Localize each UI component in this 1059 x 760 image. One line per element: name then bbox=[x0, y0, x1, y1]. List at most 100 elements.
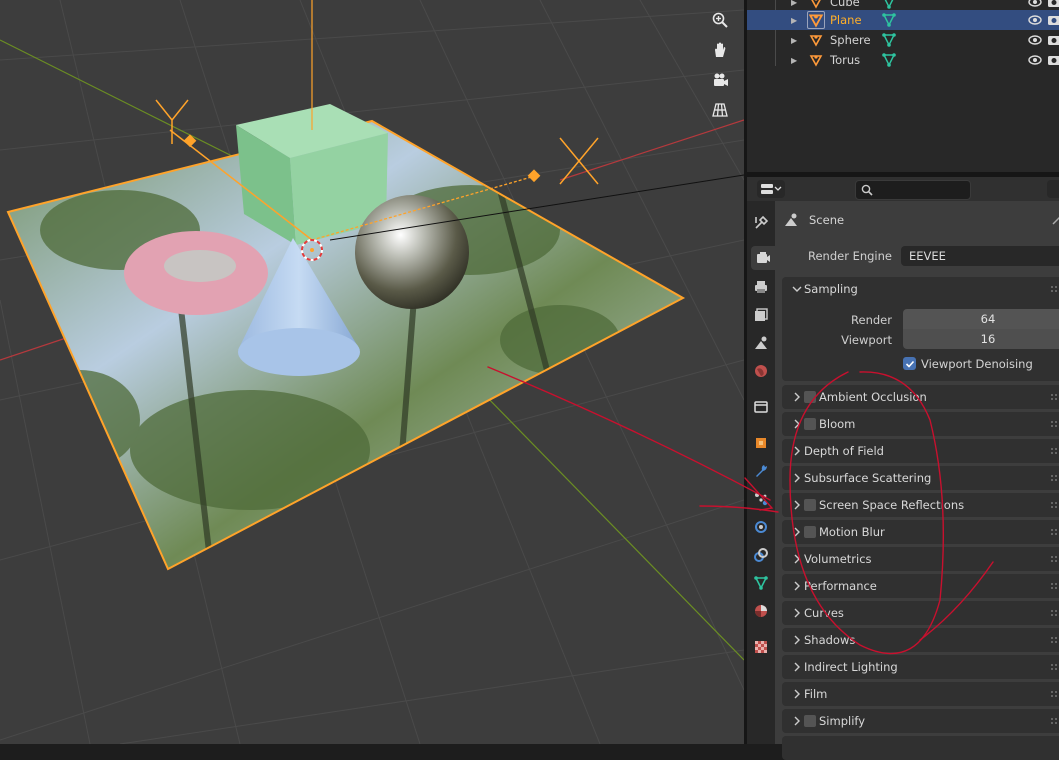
tab-scene[interactable] bbox=[749, 331, 773, 355]
tab-data[interactable] bbox=[749, 571, 773, 595]
expand-arrow-icon[interactable]: ▶ bbox=[791, 56, 797, 65]
tab-tool[interactable] bbox=[749, 211, 773, 235]
panel-subsurface-scattering[interactable]: Subsurface Scattering bbox=[782, 466, 1059, 490]
mesh-data-icon[interactable] bbox=[881, 52, 897, 68]
outliner-row-plane[interactable]: ▶ Plane bbox=[747, 10, 1059, 30]
panel-title: Sampling bbox=[804, 282, 858, 296]
panel-screen-space-reflections[interactable]: Screen Space Reflections bbox=[782, 493, 1059, 517]
camera-view-icon[interactable] bbox=[708, 68, 732, 92]
panel-title: Indirect Lighting bbox=[804, 660, 898, 674]
object-icon bbox=[811, 0, 821, 9]
editor-type-button[interactable] bbox=[757, 180, 785, 198]
drag-grip-icon[interactable] bbox=[1050, 582, 1059, 590]
render-samples-value: 64 bbox=[980, 312, 996, 326]
chevron-right-icon bbox=[794, 446, 800, 456]
drag-grip-icon[interactable] bbox=[1050, 447, 1059, 455]
viewport-denoising-checkbox[interactable] bbox=[903, 357, 916, 370]
perspective-grid-icon[interactable] bbox=[708, 98, 732, 122]
render-icon bbox=[757, 252, 770, 263]
tab-particles[interactable] bbox=[749, 487, 773, 511]
drag-grip-icon[interactable] bbox=[1050, 501, 1059, 509]
drag-grip-icon[interactable] bbox=[1050, 285, 1059, 293]
drag-grip-icon[interactable] bbox=[1050, 717, 1059, 725]
panel-sampling[interactable]: Sampling bbox=[782, 277, 1059, 301]
tab-constraints[interactable] bbox=[749, 543, 773, 567]
render-engine-dropdown[interactable]: EEVEE bbox=[901, 246, 1059, 266]
drag-grip-icon[interactable] bbox=[1050, 663, 1059, 671]
drag-grip-icon[interactable] bbox=[1050, 393, 1059, 401]
panel-curves[interactable]: Curves bbox=[782, 601, 1059, 625]
panel-shadows[interactable]: Shadows bbox=[782, 628, 1059, 652]
motion-blur-checkbox[interactable] bbox=[804, 526, 816, 538]
tab-output[interactable] bbox=[749, 275, 773, 299]
panel-next[interactable] bbox=[782, 736, 1059, 760]
drag-grip-icon[interactable] bbox=[1050, 474, 1059, 482]
bloom-checkbox[interactable] bbox=[804, 418, 816, 430]
properties-search[interactable] bbox=[855, 180, 971, 200]
tab-render[interactable] bbox=[751, 246, 775, 270]
camera-icon[interactable] bbox=[1047, 33, 1059, 47]
scene-icon bbox=[755, 336, 767, 349]
panel-volumetrics[interactable]: Volumetrics bbox=[782, 547, 1059, 571]
eye-icon[interactable] bbox=[1028, 53, 1042, 67]
viewport-samples-field[interactable]: 16 bbox=[903, 329, 1059, 349]
mesh-data-icon[interactable] bbox=[881, 32, 897, 48]
panel-motion-blur[interactable]: Motion Blur bbox=[782, 520, 1059, 544]
eye-icon[interactable] bbox=[1028, 13, 1042, 27]
properties-editor-icon bbox=[761, 184, 782, 194]
collection-icon bbox=[754, 401, 768, 413]
mesh-data-icon[interactable] bbox=[881, 0, 897, 10]
eye-icon[interactable] bbox=[1028, 0, 1042, 9]
camera-icon[interactable] bbox=[1047, 53, 1059, 67]
ambient-occlusion-checkbox[interactable] bbox=[804, 391, 816, 403]
context-title: Scene bbox=[809, 213, 845, 227]
panel-title: Curves bbox=[804, 606, 844, 620]
pan-hand-icon[interactable] bbox=[708, 38, 732, 62]
3d-viewport[interactable] bbox=[0, 0, 744, 744]
outliner-item-label: Torus bbox=[830, 53, 861, 67]
panel-ambient-occlusion[interactable]: Ambient Occlusion bbox=[782, 385, 1059, 409]
tab-material[interactable] bbox=[749, 599, 773, 623]
expand-arrow-icon[interactable]: ▶ bbox=[791, 16, 797, 25]
drag-grip-icon[interactable] bbox=[1050, 528, 1059, 536]
panel-depth-of-field[interactable]: Depth of Field bbox=[782, 439, 1059, 463]
tab-collection[interactable] bbox=[749, 395, 773, 419]
pin-icon[interactable] bbox=[1050, 213, 1059, 227]
drag-grip-icon[interactable] bbox=[1050, 609, 1059, 617]
tab-physics[interactable] bbox=[749, 515, 773, 539]
outliner-row-torus[interactable]: ▶ Torus bbox=[747, 50, 1059, 70]
viewport-samples-label: Viewport bbox=[841, 333, 892, 347]
chevron-right-icon bbox=[794, 608, 800, 618]
object-icon bbox=[807, 11, 825, 29]
panel-simplify[interactable]: Simplify bbox=[782, 709, 1059, 733]
outliner-item-label: Sphere bbox=[830, 33, 871, 47]
panel-film[interactable]: Film bbox=[782, 682, 1059, 706]
zoom-icon[interactable] bbox=[708, 8, 732, 32]
drag-grip-icon[interactable] bbox=[1050, 555, 1059, 563]
drag-grip-icon[interactable] bbox=[1050, 690, 1059, 698]
tab-object[interactable] bbox=[749, 431, 773, 455]
simplify-checkbox[interactable] bbox=[804, 715, 816, 727]
search-input[interactable] bbox=[876, 182, 966, 196]
drag-grip-icon[interactable] bbox=[1050, 420, 1059, 428]
outliner-row-sphere[interactable]: ▶ Sphere bbox=[747, 30, 1059, 50]
screen-space-reflections-checkbox[interactable] bbox=[804, 499, 816, 511]
expand-arrow-icon[interactable]: ▶ bbox=[791, 0, 797, 7]
data-icon bbox=[754, 576, 768, 590]
mesh-data-icon[interactable] bbox=[881, 12, 897, 28]
panel-indirect-lighting[interactable]: Indirect Lighting bbox=[782, 655, 1059, 679]
expand-arrow-icon[interactable]: ▶ bbox=[791, 36, 797, 45]
drag-grip-icon[interactable] bbox=[1050, 636, 1059, 644]
panel-bloom[interactable]: Bloom bbox=[782, 412, 1059, 436]
tab-world[interactable] bbox=[749, 359, 773, 383]
camera-icon[interactable] bbox=[1047, 13, 1059, 27]
panel-performance[interactable]: Performance bbox=[782, 574, 1059, 598]
eye-icon[interactable] bbox=[1028, 33, 1042, 47]
camera-icon[interactable] bbox=[1047, 0, 1059, 9]
tab-modifiers[interactable] bbox=[749, 459, 773, 483]
tab-view-layer[interactable] bbox=[749, 303, 773, 327]
tab-texture[interactable] bbox=[749, 635, 773, 659]
options-dropdown[interactable] bbox=[1047, 180, 1059, 198]
render-samples-field[interactable]: 64 bbox=[903, 309, 1059, 329]
chevron-right-icon bbox=[794, 527, 800, 537]
